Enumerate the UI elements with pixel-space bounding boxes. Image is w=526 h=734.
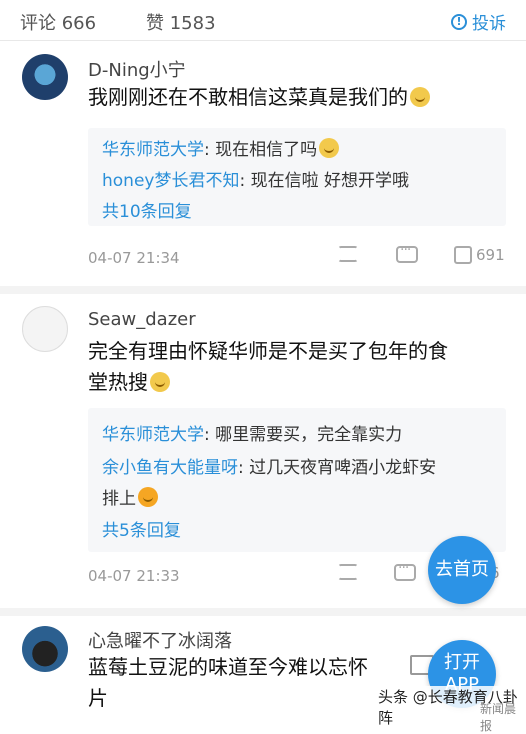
avatar[interactable] [22, 54, 68, 100]
comment-username[interactable]: 心急曜不了冰阔落 [88, 627, 232, 653]
reply-item[interactable]: 华东师范大学: 现在相信了吗 [102, 135, 340, 160]
share-icon [338, 246, 358, 262]
reply-item[interactable]: honey梦长君不知: 现在信啦 好想开学哦 [102, 166, 409, 191]
watermark-sub: 新闻晨报 [480, 702, 517, 733]
divider [0, 286, 526, 294]
laughing-emoji-icon [138, 487, 158, 507]
doge-emoji-icon [150, 372, 170, 392]
comments-tab[interactable]: 评论 666 [20, 9, 96, 35]
reply-username[interactable]: 华东师范大学 [102, 140, 204, 160]
reply-button[interactable] [396, 242, 418, 263]
go-home-button[interactable]: 去首页 [428, 536, 496, 604]
comment-text: 蓝莓土豆泥的味道至今难以忘怀 [88, 655, 368, 679]
comment-username[interactable]: Seaw_dazer [88, 309, 196, 330]
share-icon [338, 564, 358, 580]
reply-continuation: 排上 [102, 484, 158, 509]
reply-text: 排上 [102, 489, 136, 509]
comment-text: 片 [88, 686, 108, 710]
share-button[interactable] [338, 564, 358, 580]
more-replies-link[interactable]: 共5条回复 [102, 516, 181, 541]
reply-username[interactable]: honey梦长君不知 [102, 171, 239, 191]
comment-content: 蓝莓土豆泥的味道至今难以忘怀 片 [88, 652, 408, 714]
reply-box[interactable]: 华东师范大学: 现在相信了吗 honey梦长君不知: 现在信啦 好想开学哦 共1… [88, 128, 506, 226]
reply-username[interactable]: 华东师范大学 [102, 425, 204, 445]
comment-content: 完全有理由怀疑华师是不是买了包年的食 堂热搜 [88, 336, 488, 398]
comment-text-line2: 堂热搜 [88, 367, 488, 398]
comment-header-bar: 评论 666 赞 1583 ! 投诉 [0, 0, 526, 41]
avatar[interactable] [22, 626, 68, 672]
reply-item[interactable]: 余小鱼有大能量呀: 过几天夜宵啤酒小龙虾安 [102, 453, 436, 478]
likes-tab[interactable]: 赞 1583 [146, 9, 216, 35]
like-count: 691 [476, 246, 505, 264]
comment-time: 04-07 21:34 [88, 249, 180, 267]
comment-bubble-icon [396, 242, 418, 263]
doge-emoji-icon [410, 87, 430, 107]
comment-text: 完全有理由怀疑华师是不是买了包年的食 [88, 339, 448, 363]
reply-text: : 现在信啦 好想开学哦 [239, 171, 410, 191]
reply-button[interactable] [394, 560, 416, 581]
comment-username[interactable]: D-Ning小宁 [88, 56, 186, 82]
reply-text: : 哪里需要买，完全靠实力 [204, 425, 403, 445]
divider [0, 608, 526, 616]
reply-text: : 过几天夜宵啤酒小龙虾安 [238, 458, 437, 478]
comment-text: 堂热搜 [88, 370, 148, 394]
report-button[interactable]: ! 投诉 [451, 9, 506, 34]
doge-emoji-icon [319, 138, 340, 158]
reply-text: : 现在相信了吗 [204, 140, 318, 160]
comment-bubble-icon [394, 560, 416, 581]
share-button[interactable] [338, 246, 358, 262]
comment-item: D-Ning小宁 我刚刚还在不敢相信这菜真是我们的 华东师范大学: 现在相信了吗… [0, 48, 526, 278]
reply-item[interactable]: 华东师范大学: 哪里需要买，完全靠实力 [102, 420, 402, 445]
thumbs-up-icon [454, 246, 472, 264]
report-label: 投诉 [472, 14, 506, 34]
like-button[interactable]: 691 [454, 246, 505, 264]
avatar[interactable] [22, 306, 68, 352]
exclamation-circle-icon: ! [451, 13, 467, 30]
open-app-line1: 打开 [444, 652, 480, 673]
more-replies-link[interactable]: 共10条回复 [102, 197, 192, 222]
comment-time: 04-07 21:33 [88, 567, 180, 585]
comment-content: 我刚刚还在不敢相信这菜真是我们的 [88, 82, 488, 113]
reply-box[interactable]: 华东师范大学: 哪里需要买，完全靠实力 余小鱼有大能量呀: 过几天夜宵啤酒小龙虾… [88, 408, 506, 552]
reply-username[interactable]: 余小鱼有大能量呀 [102, 458, 238, 478]
comment-meta: 04-07 21:34 691 [88, 242, 508, 270]
comment-text: 我刚刚还在不敢相信这菜真是我们的 [88, 85, 408, 109]
